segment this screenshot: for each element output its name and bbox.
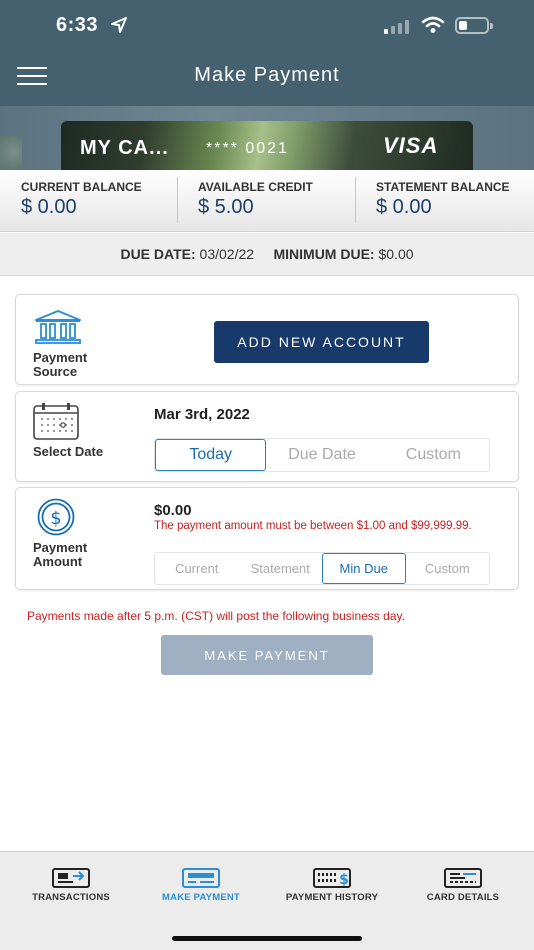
bank-icon bbox=[35, 310, 81, 344]
transactions-icon bbox=[52, 868, 90, 888]
tab-transactions-label: TRANSACTIONS bbox=[32, 892, 110, 903]
current-balance-value: $ 0.00 bbox=[21, 196, 77, 218]
due-info-bar: DUE DATE: 03/02/22 MINIMUM DUE: $0.00 bbox=[0, 233, 534, 276]
card-name: MY CA... bbox=[80, 137, 169, 159]
select-date-label: Select Date bbox=[33, 444, 104, 459]
current-balance: CURRENT BALANCE $ 0.00 bbox=[0, 170, 178, 231]
available-credit-label: AVAILABLE CREDIT bbox=[198, 180, 313, 194]
date-option-due-date[interactable]: Due Date bbox=[266, 439, 377, 471]
amount-option-current[interactable]: Current bbox=[155, 553, 239, 584]
tab-payment-history[interactable]: $ PAYMENT HISTORY bbox=[265, 852, 399, 912]
payment-amount-panel: $ Payment Amount $0.00 The payment amoun… bbox=[15, 487, 519, 590]
payment-history-icon: $ bbox=[313, 868, 351, 888]
make-payment-button[interactable]: MAKE PAYMENT bbox=[161, 635, 373, 675]
amount-option-min-due[interactable]: Min Due bbox=[322, 553, 406, 584]
calendar-icon bbox=[33, 403, 79, 440]
amount-option-group: Current Statement Min Due Custom bbox=[154, 552, 490, 585]
tab-card-details[interactable]: CARD DETAILS bbox=[396, 852, 530, 912]
amount-option-statement[interactable]: Statement bbox=[239, 553, 323, 584]
amount-option-custom[interactable]: Custom bbox=[406, 553, 490, 584]
cellular-signal-icon bbox=[384, 18, 409, 34]
tab-make-payment[interactable]: MAKE PAYMENT bbox=[134, 852, 268, 912]
payment-source-panel: Payment Source ADD NEW ACCOUNT bbox=[15, 294, 519, 385]
statement-balance-value: $ 0.00 bbox=[376, 196, 432, 218]
date-option-group: Today Due Date Custom bbox=[154, 438, 490, 472]
page-title: Make Payment bbox=[194, 64, 340, 86]
add-new-account-button[interactable]: ADD NEW ACCOUNT bbox=[214, 321, 429, 363]
status-time: 6:33 bbox=[56, 14, 99, 36]
svg-text:$: $ bbox=[50, 508, 61, 529]
make-payment-icon bbox=[182, 868, 220, 888]
tab-payment-history-label: PAYMENT HISTORY bbox=[285, 892, 379, 903]
payment-amount-label: Payment Amount bbox=[33, 540, 88, 569]
balance-summary: CURRENT BALANCE $ 0.00 AVAILABLE CREDIT … bbox=[0, 170, 534, 232]
due-date-value: 03/02/22 bbox=[199, 246, 255, 262]
card-number: **** 0021 bbox=[206, 140, 289, 157]
due-date-label: DUE DATE: bbox=[120, 246, 196, 262]
wifi-icon bbox=[421, 16, 445, 33]
card-brand-logo: VISA bbox=[383, 133, 439, 158]
payment-source-label: Payment Source bbox=[33, 350, 88, 379]
select-date-panel: Select Date Mar 3rd, 2022 Today Due Date… bbox=[15, 391, 519, 482]
tab-make-payment-label: MAKE PAYMENT bbox=[162, 892, 240, 903]
minimum-due-label: MINIMUM DUE: bbox=[273, 246, 375, 262]
current-balance-label: CURRENT BALANCE bbox=[21, 180, 142, 194]
battery-icon bbox=[455, 17, 493, 34]
available-credit-value: $ 5.00 bbox=[198, 196, 254, 218]
statement-balance: STATEMENT BALANCE $ 0.00 bbox=[356, 170, 534, 231]
tab-card-details-label: CARD DETAILS bbox=[426, 892, 500, 903]
date-option-custom[interactable]: Custom bbox=[378, 439, 489, 471]
payment-amount-value: $0.00 bbox=[154, 502, 192, 519]
selected-date-value: Mar 3rd, 2022 bbox=[154, 406, 250, 423]
minimum-due-value: $0.00 bbox=[378, 246, 414, 262]
home-indicator bbox=[172, 936, 362, 941]
tab-transactions[interactable]: TRANSACTIONS bbox=[4, 852, 138, 912]
cutoff-notice: Payments made after 5 p.m. (CST) will po… bbox=[27, 609, 405, 623]
payment-amount-error: The payment amount must be between $1.00… bbox=[154, 520, 472, 532]
dollar-icon: $ bbox=[37, 498, 75, 536]
available-credit: AVAILABLE CREDIT $ 5.00 bbox=[178, 170, 356, 231]
top-bar: 6:33 Make Payment bbox=[0, 0, 534, 106]
svg-text:$: $ bbox=[339, 872, 349, 888]
statement-balance-label: STATEMENT BALANCE bbox=[376, 180, 510, 194]
date-option-today[interactable]: Today bbox=[155, 439, 267, 471]
location-arrow-icon bbox=[111, 17, 127, 33]
card-details-icon bbox=[444, 868, 482, 888]
